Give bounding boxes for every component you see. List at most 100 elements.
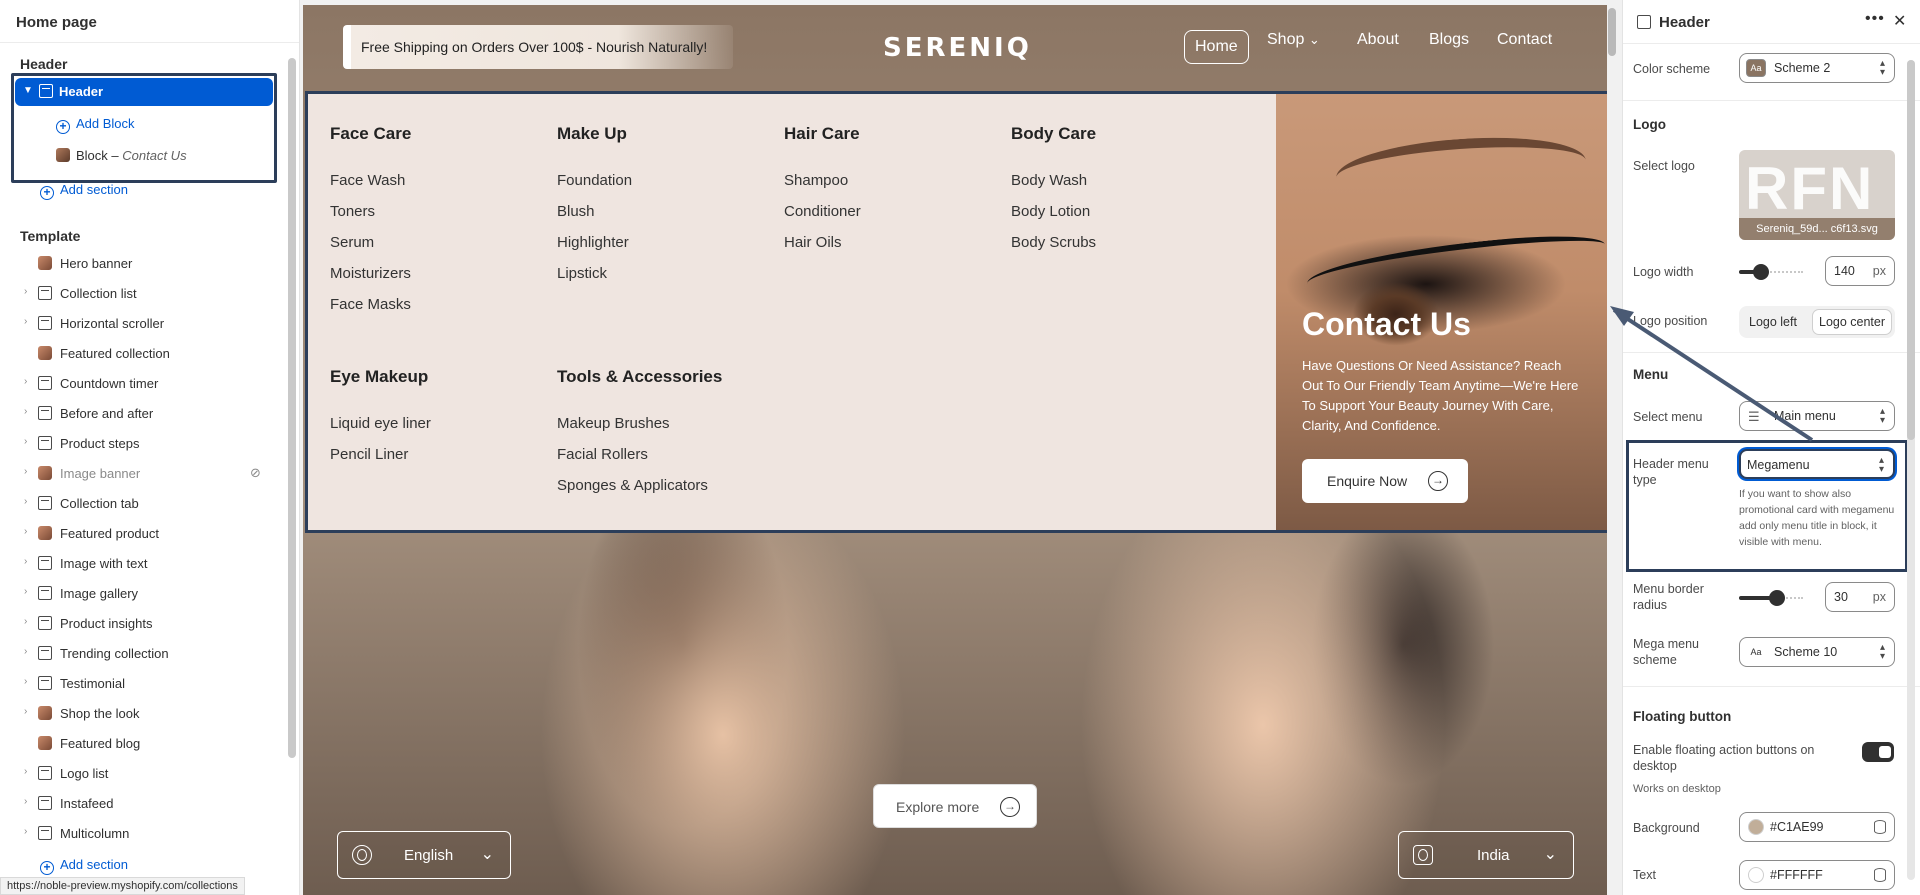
mega-menu-link[interactable]: Body Lotion <box>1011 203 1090 220</box>
template-item[interactable]: › Multicolumn <box>20 822 290 846</box>
mega-menu-column-title[interactable]: Eye Makeup <box>330 367 428 387</box>
mega-menu-link[interactable]: Highlighter <box>557 234 629 251</box>
mega-menu-link[interactable]: Pencil Liner <box>330 446 408 463</box>
mega-menu-link[interactable]: Lipstick <box>557 265 607 282</box>
nav-blogs[interactable]: Blogs <box>1429 31 1469 49</box>
database-icon[interactable] <box>1874 868 1886 882</box>
nav-about[interactable]: About <box>1357 31 1399 49</box>
logo-center-option[interactable]: Logo center <box>1813 310 1892 334</box>
mega-menu-column-title[interactable]: Body Care <box>1011 124 1096 144</box>
nav-shop[interactable]: Shop ⌄ <box>1267 31 1320 49</box>
slider-knob[interactable] <box>1753 264 1769 280</box>
chevron-right-icon[interactable]: › <box>24 466 27 477</box>
preview-scrollbar[interactable] <box>1608 8 1616 56</box>
more-options-icon[interactable]: ••• <box>1865 10 1885 28</box>
mega-menu-link[interactable]: Facial Rollers <box>557 446 648 463</box>
template-item[interactable]: › Image gallery <box>20 582 290 606</box>
eye-off-icon[interactable]: ⊘ <box>250 465 261 481</box>
mega-menu-column-title[interactable]: Make Up <box>557 124 627 144</box>
chevron-right-icon[interactable]: › <box>24 706 27 717</box>
panel-scrollbar[interactable] <box>1907 60 1915 880</box>
chevron-right-icon[interactable]: › <box>24 556 27 567</box>
template-item[interactable]: › Before and after <box>20 402 290 426</box>
mega-menu-link[interactable]: Face Masks <box>330 296 411 313</box>
mega-menu-link[interactable]: Foundation <box>557 172 632 189</box>
mega-menu-column-title[interactable]: Hair Care <box>784 124 860 144</box>
template-item[interactable]: › Trending collection <box>20 642 290 666</box>
floating-enable-toggle[interactable] <box>1862 742 1894 762</box>
menu-border-radius-slider[interactable] <box>1739 590 1803 606</box>
mega-menu-link[interactable]: Liquid eye liner <box>330 415 431 432</box>
mega-menu-column-title[interactable]: Face Care <box>330 124 411 144</box>
sidebar-item-header[interactable]: ▼ Header <box>15 78 273 106</box>
mega-menu-column-title[interactable]: Tools & Accessories <box>557 367 722 387</box>
template-item[interactable]: › Shop the look <box>20 702 290 726</box>
mega-menu-link[interactable]: Conditioner <box>784 203 861 220</box>
chevron-right-icon[interactable]: › <box>24 796 27 807</box>
text-color-picker[interactable]: #FFFFFF <box>1739 860 1895 890</box>
template-item[interactable]: › Collection tab <box>20 492 290 516</box>
template-item[interactable]: Hero banner <box>20 252 290 276</box>
enquire-now-button[interactable]: Enquire Now → <box>1302 459 1468 503</box>
mega-menu-scheme-select[interactable]: Aa Scheme 10 ▴ ▾ <box>1739 637 1895 667</box>
chevron-right-icon[interactable]: › <box>24 766 27 777</box>
chevron-right-icon[interactable]: › <box>24 406 27 417</box>
mega-menu-link[interactable]: Sponges & Applicators <box>557 477 708 494</box>
language-selector[interactable]: English ⌄ <box>337 831 511 879</box>
template-item[interactable]: › Featured product <box>20 522 290 546</box>
chevron-right-icon[interactable]: › <box>24 376 27 387</box>
mega-menu-link[interactable]: Makeup Brushes <box>557 415 670 432</box>
color-swatch[interactable] <box>1748 819 1764 835</box>
add-section-button-bottom[interactable]: + Add section <box>40 857 128 875</box>
nav-home[interactable]: Home <box>1184 30 1249 64</box>
select-menu-dropdown[interactable]: ☰ Main menu ▴ ▾ <box>1739 401 1895 431</box>
mega-menu-link[interactable]: Serum <box>330 234 374 251</box>
chevron-right-icon[interactable]: › <box>24 526 27 537</box>
chevron-right-icon[interactable]: › <box>24 286 27 297</box>
chevron-right-icon[interactable]: › <box>24 316 27 327</box>
chevron-right-icon[interactable]: › <box>24 646 27 657</box>
chevron-right-icon[interactable]: › <box>24 586 27 597</box>
mega-menu-link[interactable]: Blush <box>557 203 595 220</box>
template-item[interactable]: › Product steps <box>20 432 290 456</box>
database-icon[interactable] <box>1874 820 1886 834</box>
template-item[interactable]: › Horizontal scroller <box>20 312 290 336</box>
menu-border-radius-input[interactable]: 30 px <box>1825 582 1895 612</box>
color-scheme-select[interactable]: Aa Scheme 2 ▴ ▾ <box>1739 53 1895 83</box>
logo-width-input[interactable]: 140 px <box>1825 256 1895 286</box>
mega-menu-link[interactable]: Body Scrubs <box>1011 234 1096 251</box>
template-item[interactable]: › Image with text <box>20 552 290 576</box>
chevron-right-icon[interactable]: › <box>24 616 27 627</box>
explore-more-button[interactable]: Explore more → <box>873 784 1037 828</box>
mega-menu-link[interactable]: Face Wash <box>330 172 405 189</box>
template-item[interactable]: › Instafeed <box>20 792 290 816</box>
close-icon[interactable]: ✕ <box>1893 11 1906 31</box>
store-logo[interactable]: SERENIQ <box>883 33 1032 63</box>
template-item[interactable]: › Testimonial <box>20 672 290 696</box>
mega-menu-link[interactable]: Body Wash <box>1011 172 1087 189</box>
color-swatch[interactable] <box>1748 867 1764 883</box>
logo-image-picker[interactable]: RFN Sereniq_59d... c6f13.svg <box>1739 150 1895 240</box>
slider-knob[interactable] <box>1769 590 1785 606</box>
logo-left-option[interactable]: Logo left <box>1743 310 1803 334</box>
mega-menu-link[interactable]: Moisturizers <box>330 265 411 282</box>
chevron-right-icon[interactable]: › <box>24 496 27 507</box>
nav-contact[interactable]: Contact <box>1497 31 1552 49</box>
mega-menu-link[interactable]: Hair Oils <box>784 234 842 251</box>
template-item[interactable]: › Product insights <box>20 612 290 636</box>
template-item[interactable]: Featured blog <box>20 732 290 756</box>
mega-menu-link[interactable]: Shampoo <box>784 172 848 189</box>
add-block-button[interactable]: + Add Block <box>56 116 135 134</box>
template-item[interactable]: › Image banner ⊘ <box>20 462 290 486</box>
template-item[interactable]: › Countdown timer <box>20 372 290 396</box>
country-selector[interactable]: India ⌄ <box>1398 831 1574 879</box>
chevron-right-icon[interactable]: › <box>24 676 27 687</box>
header-menu-type-select[interactable]: Megamenu ▴ ▾ <box>1739 449 1895 479</box>
mega-menu-link[interactable]: Toners <box>330 203 375 220</box>
template-item[interactable]: Featured collection <box>20 342 290 366</box>
template-item[interactable]: › Collection list <box>20 282 290 306</box>
sidebar-item-block-contact[interactable]: Block – Contact Us <box>56 148 187 163</box>
template-item[interactable]: › Logo list <box>20 762 290 786</box>
add-section-button[interactable]: + Add section <box>40 182 128 200</box>
sidebar-scrollbar[interactable] <box>288 58 296 758</box>
